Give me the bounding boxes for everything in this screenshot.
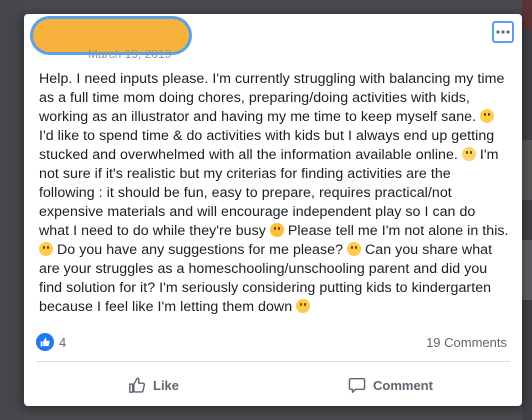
pensive-face-icon <box>296 299 311 313</box>
grinning-sweat-face-icon <box>347 242 362 256</box>
post-text-segment: Help. I need inputs please. I'm currentl… <box>39 71 505 125</box>
post-date[interactable]: March 19, 2019 <box>88 50 171 62</box>
post-stats: 4 19 Comments <box>36 332 507 352</box>
thumbs-up-icon <box>40 337 50 347</box>
comment-button[interactable]: Comment <box>348 370 433 400</box>
thumbs-up-outline-icon <box>129 377 146 393</box>
more-options-button[interactable] <box>492 21 514 43</box>
background-right-edge <box>522 0 532 420</box>
comment-bubble-icon <box>348 377 366 393</box>
comment-button-label: Comment <box>373 377 433 393</box>
author-name-redacted[interactable] <box>33 19 189 52</box>
like-reaction-icon[interactable] <box>36 333 54 351</box>
like-count[interactable]: 4 <box>59 335 66 350</box>
rolling-laughing-face-icon <box>269 223 284 237</box>
upside-down-face-icon <box>39 242 53 256</box>
divider <box>36 361 510 362</box>
flushed-face-icon <box>461 147 476 161</box>
post-text-segment: I'd like to spend time & do activities w… <box>39 128 495 163</box>
upside-down-face-icon <box>480 109 495 123</box>
background-feed-edge <box>0 0 24 420</box>
post-text: Help. I need inputs please. I'm currentl… <box>39 70 509 317</box>
post-actions: Like Comment <box>24 366 522 402</box>
ellipsis-icon <box>496 30 510 34</box>
like-button-label: Like <box>153 377 180 393</box>
post-text-segment: Please tell me I'm not alone in this. <box>283 223 509 239</box>
like-button[interactable]: Like <box>128 370 179 400</box>
post-modal: March 19, 2019 Help. I need inputs pleas… <box>24 14 522 406</box>
post-text-segment: Do you have any suggestions for me pleas… <box>53 242 348 258</box>
comment-count[interactable]: 19 Comments <box>426 335 507 350</box>
